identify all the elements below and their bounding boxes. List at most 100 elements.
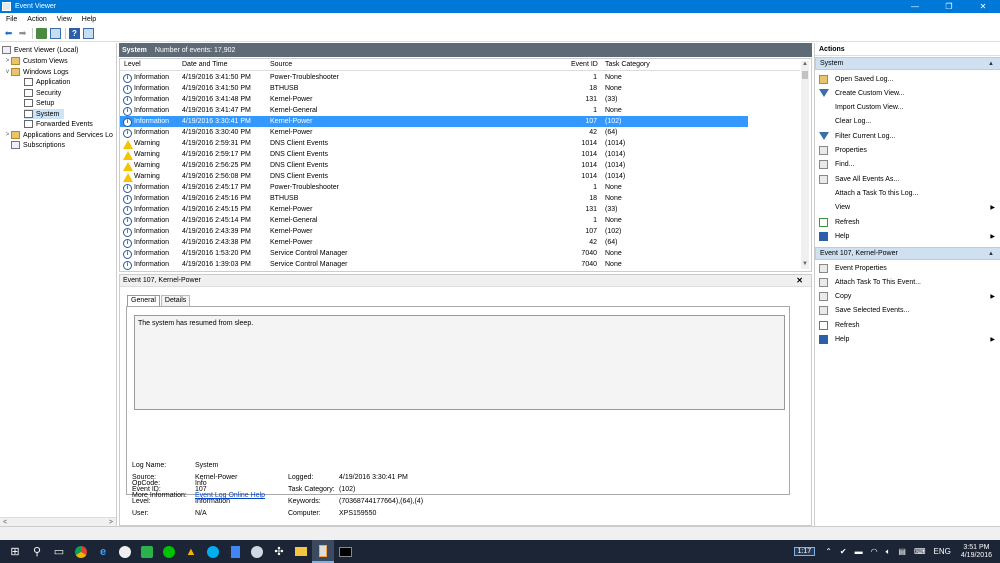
event-row[interactable]: i Information 4/19/2016 3:41:48 PM Kernel-P… — [120, 94, 748, 105]
event-row[interactable]: i Information 4/19/2016 1:53:20 PM Service … — [120, 248, 748, 259]
column-header-task-category[interactable]: Task Category — [605, 61, 650, 68]
action-item[interactable]: Open Saved Log... — [815, 72, 1000, 86]
action-item[interactable]: Help ▶ — [815, 229, 1000, 243]
event-row[interactable]: Warning 4/19/2016 2:59:31 PM DNS Client Ev… — [120, 138, 748, 149]
scroll-up-icon[interactable]: ▲ — [801, 61, 809, 69]
chrome-icon[interactable] — [70, 540, 92, 563]
tree-item-subscriptions[interactable]: Subscriptions — [11, 140, 65, 150]
event-row[interactable]: i Information 4/19/2016 3:41:50 PM Power-Tr… — [120, 72, 748, 83]
action-item[interactable]: Find... — [815, 158, 1000, 172]
google-docs-icon[interactable] — [224, 540, 246, 563]
show-hide-tree-icon[interactable] — [50, 27, 61, 39]
itunes-icon[interactable] — [114, 540, 136, 563]
forward-arrow-icon[interactable]: ➡ — [17, 28, 28, 39]
action-item[interactable]: Refresh — [815, 215, 1000, 229]
action-item[interactable]: Clear Log... — [815, 115, 1000, 129]
task-view-icon[interactable]: ▭ — [48, 540, 70, 563]
action-item[interactable]: Save All Events As... — [815, 172, 1000, 186]
event-row[interactable]: i Information 4/19/2016 3:30:41 PM Kernel-P… — [120, 116, 748, 127]
tree-root[interactable]: Event Viewer (Local) — [2, 45, 78, 55]
action-item[interactable]: Create Custom View... — [815, 86, 1000, 100]
volume-icon[interactable]: 🔈︎ — [886, 547, 891, 557]
event-row[interactable]: Warning 4/19/2016 2:56:25 PM DNS Client Ev… — [120, 160, 748, 171]
tree-item-system[interactable]: System — [24, 109, 64, 119]
tree-item-application[interactable]: Application — [24, 77, 70, 87]
line-icon[interactable] — [158, 540, 180, 563]
action-item[interactable]: Properties — [815, 144, 1000, 158]
collapse-chevron-icon[interactable]: v — [4, 69, 11, 75]
event-row[interactable]: i Information 4/19/2016 2:45:16 PM BTHUSB 18… — [120, 193, 748, 204]
column-header-date[interactable]: Date and Time — [182, 61, 228, 68]
menu-file[interactable]: File — [6, 16, 17, 23]
column-header-source[interactable]: Source — [270, 61, 292, 68]
event-row[interactable]: i Information 4/19/2016 2:45:17 PM Power-Tr… — [120, 182, 748, 193]
event-row[interactable]: i Information 4/19/2016 2:43:38 PM Kernel-P… — [120, 237, 748, 248]
action-item[interactable]: Attach Task To This Event... — [815, 275, 1000, 289]
language-indicator[interactable]: ENG — [934, 547, 951, 556]
event-row[interactable]: i Information 4/19/2016 3:30:40 PM Kernel-P… — [120, 127, 748, 138]
edge-icon[interactable]: e — [92, 540, 114, 563]
tree-item-forwarded-events[interactable]: Forwarded Events — [24, 119, 93, 129]
windows-start-icon[interactable]: ⊞ — [4, 540, 26, 563]
event-row[interactable]: i Information 4/19/2016 3:41:47 PM Kernel-G… — [120, 105, 748, 116]
menu-action[interactable]: Action — [27, 16, 46, 23]
event-row[interactable]: i Information 4/19/2016 2:43:39 PM Kernel-P… — [120, 226, 748, 237]
wifi-icon[interactable]: ◠ — [871, 547, 878, 556]
scroll-right-icon[interactable]: > — [109, 519, 113, 526]
up-folder-icon[interactable] — [36, 27, 47, 39]
close-button[interactable]: ✕ — [966, 0, 1000, 13]
scroll-down-icon[interactable]: ▼ — [801, 261, 809, 269]
actions-section-event[interactable]: Event 107, Kernel-Power ▲ — [815, 247, 1000, 260]
skype-icon[interactable] — [202, 540, 224, 563]
action-item[interactable]: Filter Current Log... — [815, 129, 1000, 143]
show-hide-action-pane-icon[interactable] — [83, 27, 94, 39]
tree-item-windows-logs[interactable]: v Windows Logs — [4, 67, 69, 77]
tree-item-setup[interactable]: Setup — [24, 98, 54, 108]
action-item[interactable]: Attach a Task To this Log... — [815, 186, 1000, 200]
show-hidden-icons-chevron-icon[interactable]: ⌃ — [825, 547, 832, 556]
event-row[interactable]: i Information 4/19/2016 2:45:15 PM Kernel-P… — [120, 204, 748, 215]
action-item[interactable]: Save Selected Events... — [815, 304, 1000, 318]
event-row[interactable]: Warning 4/19/2016 2:56:08 PM DNS Client Ev… — [120, 171, 748, 182]
action-item[interactable]: Refresh — [815, 318, 1000, 332]
event-row[interactable]: Warning 4/19/2016 2:59:17 PM DNS Client Ev… — [120, 149, 748, 160]
menu-view[interactable]: View — [57, 16, 72, 23]
notifications-icon[interactable]: ▤ — [898, 547, 906, 556]
event-row[interactable]: i Information 4/19/2016 3:41:50 PM BTHUSB 18… — [120, 83, 748, 94]
action-item[interactable]: Help ▶ — [815, 333, 1000, 347]
event-log-online-help-link[interactable]: Event Log Online Help — [195, 492, 265, 499]
battery-icon[interactable]: ▬ — [855, 547, 863, 556]
tree-item-applications-services[interactable]: > Applications and Services Lo — [4, 130, 113, 140]
scroll-left-icon[interactable]: < — [3, 519, 7, 526]
feedly-icon[interactable] — [136, 540, 158, 563]
timer-badge[interactable]: 1:17 — [793, 547, 816, 556]
collapse-chevron-icon[interactable]: ▲ — [988, 61, 994, 67]
menu-help[interactable]: Help — [82, 16, 96, 23]
network-icon[interactable]: ✔ — [840, 547, 847, 556]
action-item[interactable]: Copy ▶ — [815, 290, 1000, 304]
clock[interactable]: 3:51 PM 4/19/2016 — [961, 544, 992, 560]
keyboard-icon[interactable]: ⌨ — [914, 547, 926, 556]
tree-item-custom-views[interactable]: > Custom Views — [4, 56, 68, 66]
close-icon[interactable]: ✕ — [796, 276, 803, 285]
expand-chevron-icon[interactable]: > — [4, 58, 11, 64]
collapse-chevron-icon[interactable]: ▲ — [988, 251, 994, 257]
command-prompt-icon[interactable] — [334, 540, 356, 563]
expand-chevron-icon[interactable]: > — [4, 132, 11, 138]
actions-section-system[interactable]: System ▲ — [815, 57, 1000, 70]
search-icon[interactable]: ⚲ — [26, 540, 48, 563]
event-list-vertical-scrollbar[interactable]: ▲ ▼ — [801, 61, 809, 269]
event-message[interactable]: The system has resumed from sleep. — [134, 315, 785, 410]
google-drive-icon[interactable]: ▲ — [180, 540, 202, 563]
tab-general[interactable]: General — [127, 295, 160, 306]
steam-icon[interactable] — [246, 540, 268, 563]
tree-horizontal-scrollbar[interactable]: < > — [0, 517, 116, 526]
slack-icon[interactable]: ✣ — [268, 540, 290, 563]
scroll-thumb[interactable] — [802, 71, 808, 79]
event-row[interactable]: i Information 4/19/2016 1:39:03 PM Service … — [120, 259, 748, 270]
help-icon[interactable]: ? — [69, 27, 80, 39]
column-header-event-id[interactable]: Event ID — [571, 61, 598, 68]
event-row[interactable]: i Information 4/19/2016 2:45:14 PM Kernel-G… — [120, 215, 748, 226]
tree-item-security[interactable]: Security — [24, 88, 61, 98]
action-item[interactable]: View ▶ — [815, 201, 1000, 215]
